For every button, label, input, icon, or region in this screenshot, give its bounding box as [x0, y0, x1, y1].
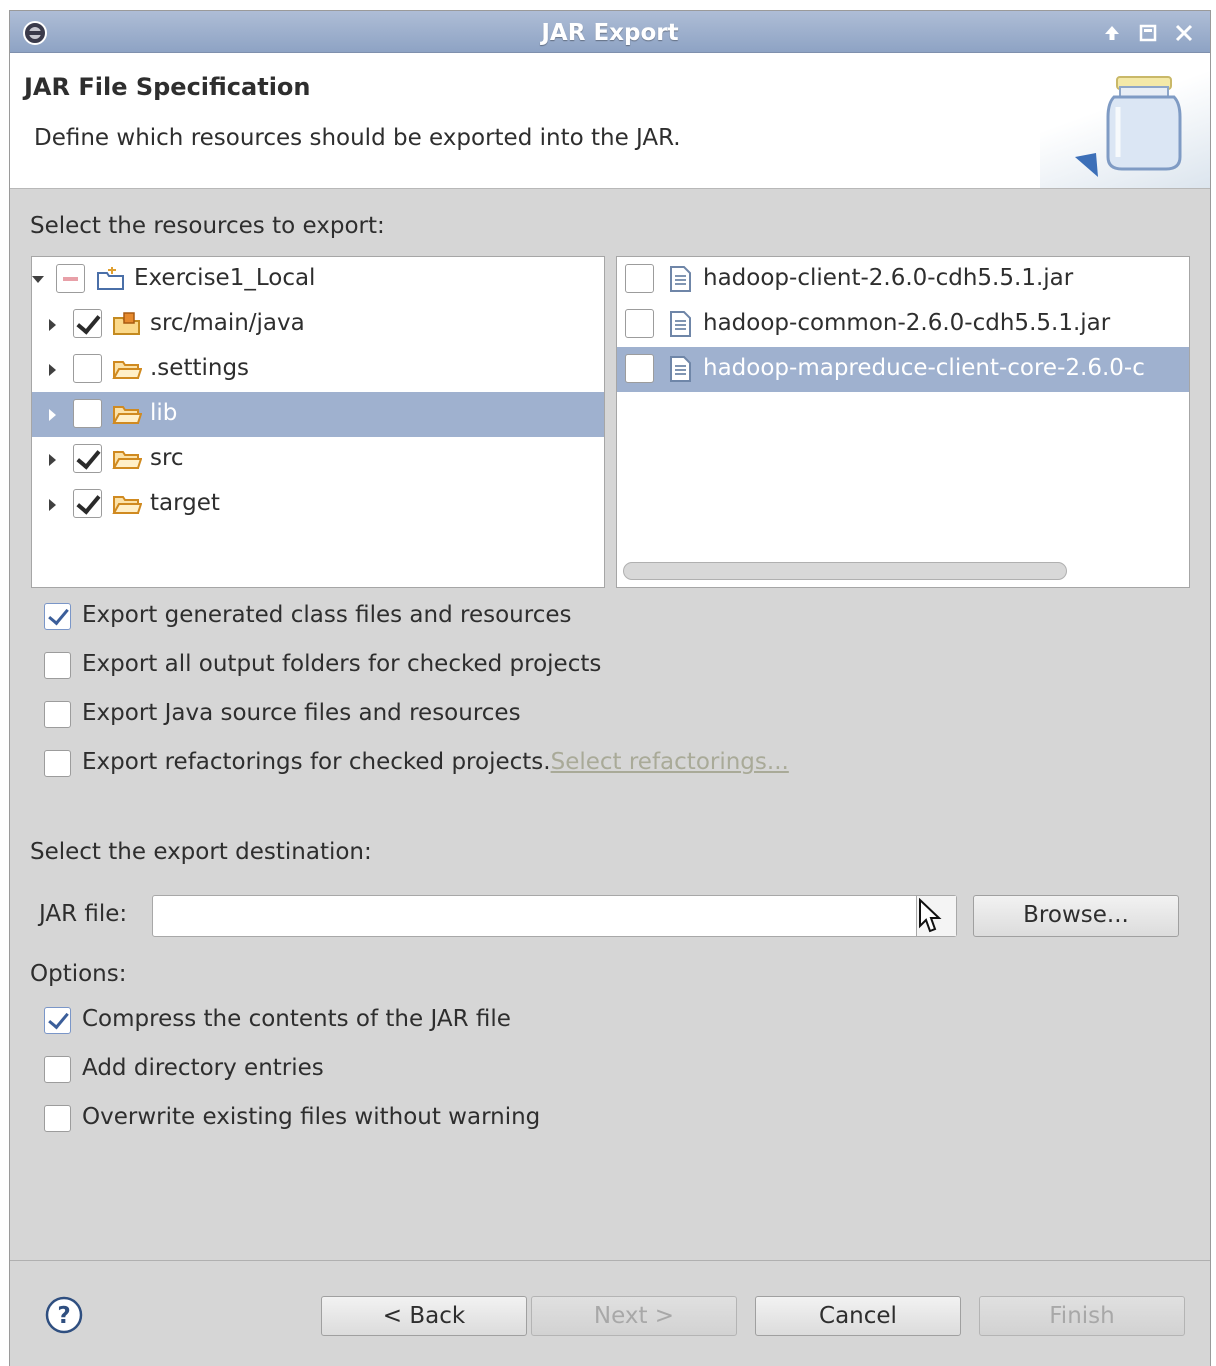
tree-item-label: .settings	[150, 355, 250, 381]
folder-icon	[112, 451, 142, 469]
expand-arrow-icon[interactable]	[49, 499, 56, 511]
project-folder-icon	[97, 267, 124, 290]
arrow-up-icon	[1105, 26, 1119, 40]
tree-item-label: Exercise1_Local	[134, 265, 316, 291]
maximize-button[interactable]	[1134, 19, 1162, 47]
file-item-hadoop-common[interactable]: hadoop-common-2.6.0-cdh5.5.1.jar	[617, 302, 1189, 347]
tree-checkbox[interactable]	[73, 489, 102, 518]
svg-text:?: ?	[57, 1303, 70, 1329]
tree-item-src[interactable]: src	[32, 437, 604, 482]
resource-tree[interactable]: Exercise1_Local src/main/java .settings …	[31, 256, 605, 588]
wizard-header: JAR File Specification Define which reso…	[10, 53, 1210, 189]
expand-arrow-icon[interactable]	[49, 319, 56, 331]
maximize-icon	[1139, 24, 1157, 42]
close-icon	[1175, 24, 1193, 42]
file-icon	[670, 266, 691, 292]
button-bar-separator	[10, 1260, 1210, 1261]
overwrite-checkbox[interactable]	[44, 1105, 71, 1132]
directory-entries-checkbox[interactable]	[44, 1056, 71, 1083]
file-item-label: hadoop-common-2.6.0-cdh5.5.1.jar	[703, 310, 1111, 336]
jar-file-label: JAR file:	[39, 901, 128, 927]
tree-item-src-main-java[interactable]: src/main/java	[32, 302, 604, 347]
select-refactorings-link[interactable]: Select refactorings...	[551, 749, 789, 775]
tree-item-lib[interactable]: lib	[32, 392, 604, 437]
tree-item-settings[interactable]: .settings	[32, 347, 604, 392]
window-title: JAR Export	[541, 20, 679, 46]
page-title: JAR File Specification	[24, 73, 311, 101]
folder-icon	[112, 361, 142, 379]
finish-button[interactable]: Finish	[979, 1296, 1185, 1336]
page-description: Define which resources should be exporte…	[34, 125, 681, 151]
file-item-label: hadoop-mapreduce-client-core-2.6.0-c	[703, 355, 1145, 381]
folder-icon	[112, 496, 142, 514]
compress-checkbox[interactable]	[44, 1007, 71, 1034]
tree-checkbox[interactable]	[73, 444, 102, 473]
tree-item-label: src	[150, 445, 184, 471]
tree-item-target[interactable]: target	[32, 482, 604, 527]
export-refactorings-label: Export refactorings for checked projects…	[82, 749, 551, 775]
collapse-arrow-icon[interactable]	[32, 276, 44, 283]
tree-item-label: src/main/java	[150, 310, 305, 336]
tree-checkbox[interactable]	[73, 354, 102, 383]
tree-checkbox[interactable]	[56, 264, 85, 293]
export-java-source-label: Export Java source files and resources	[82, 700, 521, 726]
export-class-files-label: Export generated class files and resourc…	[82, 602, 572, 628]
folder-icon	[112, 406, 142, 424]
expand-arrow-icon[interactable]	[49, 409, 56, 421]
browse-button[interactable]: Browse...	[973, 895, 1179, 937]
file-icon	[670, 356, 691, 382]
back-button[interactable]: < Back	[321, 1296, 527, 1336]
export-java-source-checkbox[interactable]	[44, 701, 71, 728]
file-item-label: hadoop-client-2.6.0-cdh5.5.1.jar	[703, 265, 1074, 291]
resources-label: Select the resources to export:	[30, 213, 385, 239]
file-checkbox[interactable]	[625, 309, 654, 338]
mouse-cursor-icon	[919, 898, 942, 933]
file-item-hadoop-client[interactable]: hadoop-client-2.6.0-cdh5.5.1.jar	[617, 257, 1189, 302]
export-refactorings-checkbox[interactable]	[44, 750, 71, 777]
options-label: Options:	[30, 961, 127, 987]
window-up-button[interactable]	[1098, 19, 1126, 47]
help-icon[interactable]: ?	[44, 1295, 84, 1335]
export-output-folders-label: Export all output folders for checked pr…	[82, 651, 602, 677]
file-icon	[670, 311, 691, 337]
jar-icon	[1075, 76, 1182, 177]
overwrite-label: Overwrite existing files without warning	[82, 1104, 541, 1130]
jar-export-dialog: JAR Export JAR File Specification Define…	[9, 10, 1211, 1366]
cancel-button[interactable]: Cancel	[755, 1296, 961, 1336]
tree-item-label: lib	[150, 400, 178, 426]
export-output-folders-checkbox[interactable]	[44, 652, 71, 679]
horizontal-scrollbar[interactable]	[623, 562, 1067, 580]
directory-entries-label: Add directory entries	[82, 1055, 324, 1081]
tree-checkbox[interactable]	[73, 309, 102, 338]
close-button[interactable]	[1170, 19, 1198, 47]
compress-label: Compress the contents of the JAR file	[82, 1006, 511, 1032]
export-class-files-checkbox[interactable]	[44, 603, 71, 630]
tree-item-exercise1-local[interactable]: Exercise1_Local	[32, 257, 604, 302]
file-item-hadoop-mapreduce[interactable]: hadoop-mapreduce-client-core-2.6.0-c	[617, 347, 1189, 392]
tree-item-label: target	[150, 490, 220, 516]
destination-label: Select the export destination:	[30, 839, 372, 865]
expand-arrow-icon[interactable]	[49, 454, 56, 466]
package-folder-icon	[113, 312, 140, 335]
title-bar[interactable]: JAR Export	[10, 11, 1210, 53]
expand-arrow-icon[interactable]	[49, 364, 56, 376]
file-checkbox[interactable]	[625, 264, 654, 293]
next-button[interactable]: Next >	[531, 1296, 737, 1336]
resource-file-list[interactable]: hadoop-client-2.6.0-cdh5.5.1.jar hadoop-…	[616, 256, 1190, 588]
file-checkbox[interactable]	[625, 354, 654, 383]
tree-checkbox[interactable]	[73, 399, 102, 428]
jar-file-input[interactable]	[152, 895, 957, 937]
